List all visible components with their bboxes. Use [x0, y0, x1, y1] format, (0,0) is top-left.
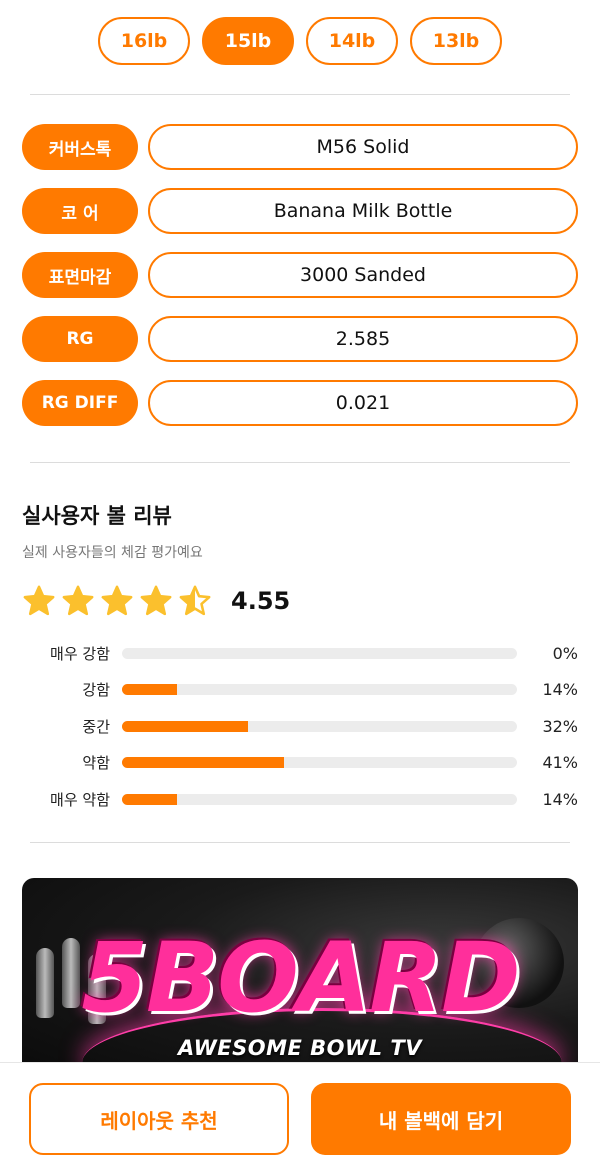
banner-logo: 5BOARD	[81, 922, 520, 1034]
spec-label: RG	[22, 316, 138, 362]
review-title: 실사용자 볼 리뷰	[22, 504, 172, 528]
distribution-row: 중간 32%	[22, 708, 578, 745]
distribution-percent: 14%	[542, 789, 578, 809]
spec-value: 3000 Sanded	[148, 252, 578, 298]
distribution-fill	[122, 793, 178, 805]
distribution-percent: 32%	[542, 716, 578, 736]
weight-option-16lb[interactable]: 16lb	[98, 17, 190, 65]
spec-row-rg-diff: RG DIFF 0.021	[22, 380, 578, 426]
distribution-label: 강함	[82, 681, 110, 700]
star-full-icon	[22, 584, 56, 618]
divider	[30, 842, 570, 843]
weight-option-14lb[interactable]: 14lb	[306, 17, 398, 65]
rating-value: 4.55	[231, 587, 291, 615]
spec-row-coverstock: 커버스톡 M56 Solid	[22, 124, 578, 170]
distribution-fill	[122, 684, 178, 696]
distribution-percent: 41%	[542, 753, 578, 773]
distribution-track	[122, 647, 517, 659]
distribution-percent: 0%	[552, 643, 578, 663]
distribution-percent: 14%	[542, 680, 578, 700]
star-full-icon	[100, 584, 134, 618]
spec-value: Banana Milk Bottle	[148, 188, 578, 234]
distribution-row: 강함 14%	[22, 672, 578, 709]
distribution-fill	[122, 720, 249, 732]
distribution-track	[122, 793, 517, 805]
rating-summary: 4.55	[22, 584, 578, 618]
review-distribution: 매우 강함 0% 강함 14% 중간 32% 약함 41% 매우 약함 14%	[22, 635, 578, 818]
distribution-fill	[122, 757, 284, 769]
add-to-ballbag-button[interactable]: 내 볼백에 담기	[311, 1083, 571, 1155]
banner-subtitle: AWESOME BOWL TV	[178, 1036, 422, 1060]
spec-value: 0.021	[148, 380, 578, 426]
spec-value: M56 Solid	[148, 124, 578, 170]
star-full-icon	[61, 584, 95, 618]
distribution-label: 매우 강함	[50, 644, 110, 663]
star-full-icon	[139, 584, 173, 618]
spec-label: RG DIFF	[22, 380, 138, 426]
spec-label: 커버스톡	[22, 124, 138, 170]
spec-row-core: 코 어 Banana Milk Bottle	[22, 188, 578, 234]
layout-recommend-button[interactable]: 레이아웃 추천	[29, 1083, 289, 1155]
star-half-icon	[178, 584, 212, 618]
distribution-label: 중간	[82, 717, 110, 736]
ball-specs: 커버스톡 M56 Solid 코 어 Banana Milk Bottle 표면…	[22, 124, 578, 444]
distribution-row: 약함 41%	[22, 745, 578, 782]
review-subtitle: 실제 사용자들의 체감 평가예요	[22, 545, 203, 561]
divider	[30, 94, 570, 95]
weight-option-13lb[interactable]: 13lb	[410, 17, 502, 65]
distribution-label: 약함	[82, 754, 110, 773]
spec-label: 표면마감	[22, 252, 138, 298]
weight-option-15lb[interactable]: 15lb	[202, 17, 294, 65]
distribution-row: 매우 약함 14%	[22, 781, 578, 818]
review-section: 실사용자 볼 리뷰 실제 사용자들의 체감 평가예요 4.55	[22, 500, 578, 618]
divider	[30, 462, 570, 463]
bottom-action-bar: 레이아웃 추천 내 볼백에 담기	[0, 1062, 600, 1172]
spec-row-surface: 표면마감 3000 Sanded	[22, 252, 578, 298]
spec-row-rg: RG 2.585	[22, 316, 578, 362]
spec-label: 코 어	[22, 188, 138, 234]
distribution-row: 매우 강함 0%	[22, 635, 578, 672]
spec-value: 2.585	[148, 316, 578, 362]
distribution-track	[122, 720, 517, 732]
distribution-track	[122, 757, 517, 769]
promo-banner[interactable]: 5BOARD AWESOME BOWL TV	[22, 878, 578, 1078]
distribution-label: 매우 약함	[50, 790, 110, 809]
distribution-track	[122, 684, 517, 696]
weight-selector: 16lb 15lb 14lb 13lb	[0, 17, 600, 65]
